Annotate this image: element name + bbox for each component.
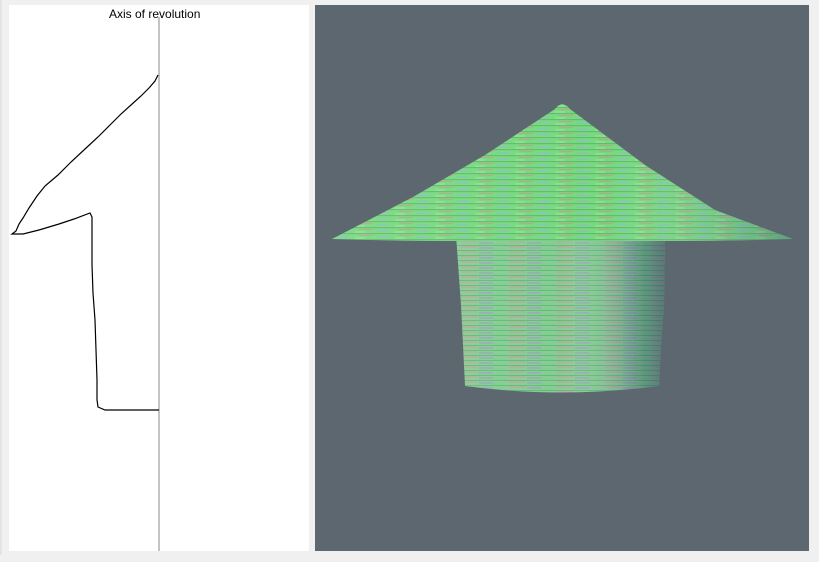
viewport-svg[interactable] (315, 5, 809, 551)
window-right-edge (811, 0, 819, 562)
profile-drawing-canvas[interactable]: Axis of revolution (9, 5, 309, 551)
window-bottom-edge (0, 555, 819, 562)
app-window: Axis of revolution (0, 0, 819, 562)
profile-curve[interactable] (10, 74, 159, 411)
axis-label: Axis of revolution (109, 7, 201, 21)
3d-viewport[interactable] (315, 5, 809, 551)
model-body (456, 235, 665, 393)
profile-canvas-svg[interactable] (9, 5, 309, 551)
window-edge (0, 0, 2, 562)
